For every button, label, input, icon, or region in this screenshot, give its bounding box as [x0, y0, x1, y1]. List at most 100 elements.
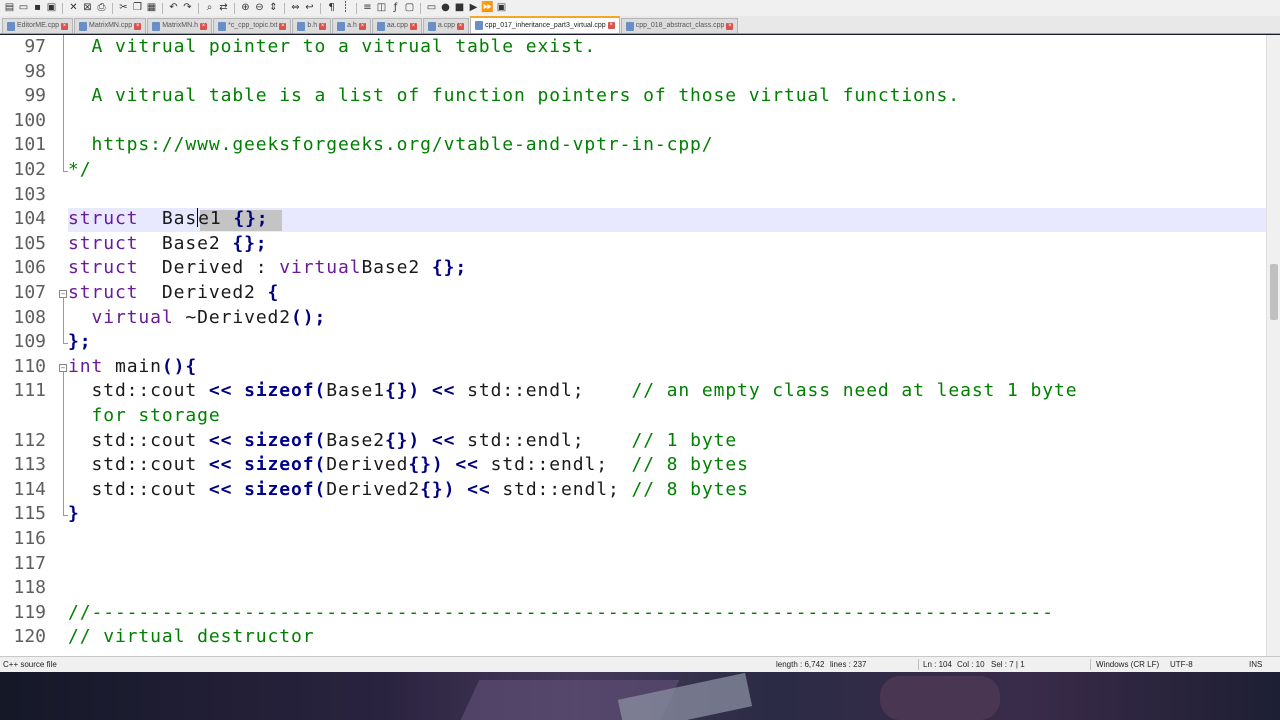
- code-line[interactable]: // virtual destructor: [68, 626, 314, 647]
- folder-icon[interactable]: ▢: [403, 2, 416, 14]
- tab-close-icon[interactable]: ×: [134, 22, 142, 30]
- monitor-icon[interactable]: ▭: [425, 2, 438, 14]
- code-editor[interactable]: 97 98 99 100 101 102 103 104 105 106 107 108 109 110 1…: [0, 35, 1280, 656]
- sync-v-icon[interactable]: ⇕: [267, 2, 280, 14]
- lang-icon[interactable]: ≡: [361, 2, 374, 14]
- save-macro-icon[interactable]: ▣: [495, 2, 508, 14]
- code-keyword: virtual: [279, 257, 362, 279]
- cut-icon[interactable]: ✂: [117, 2, 130, 14]
- vertical-scrollbar[interactable]: [1266, 35, 1280, 656]
- tab[interactable]: MatrixMN.h ×: [147, 18, 212, 33]
- tab[interactable]: a.h ×: [332, 18, 371, 33]
- code-line[interactable]: std::cout << sizeof(Base1{}) << std::end…: [68, 380, 1077, 401]
- code-line[interactable]: //--------------------------------------…: [68, 602, 1054, 623]
- code-text: std::endl;: [490, 478, 632, 500]
- code-line[interactable]: int main(){: [68, 356, 197, 377]
- print-icon[interactable]: ⎙: [95, 2, 108, 14]
- replace-icon[interactable]: ⇄: [217, 2, 230, 14]
- close-all-icon[interactable]: ⊠: [81, 2, 94, 14]
- code-line[interactable]: struct Derived2 {: [68, 282, 279, 303]
- status-divider: [1090, 659, 1091, 670]
- find-icon[interactable]: ⌕: [203, 2, 216, 14]
- file-icon: [376, 21, 385, 31]
- code-keyword: {}): [384, 429, 421, 451]
- code-line[interactable]: struct Base1 {};: [68, 208, 269, 229]
- redo-icon[interactable]: ↷: [181, 2, 194, 14]
- indent-guide-icon[interactable]: ┊: [339, 2, 352, 14]
- code-keyword: <<: [431, 429, 456, 451]
- tab-close-icon[interactable]: ×: [61, 22, 69, 30]
- code-keyword: ();: [291, 306, 327, 328]
- tab-label: MatrixMN.cpp: [89, 22, 133, 29]
- code-text: std::endl;: [455, 380, 632, 402]
- tab[interactable]: b.h ×: [292, 18, 332, 33]
- tab-close-icon[interactable]: ×: [457, 22, 465, 30]
- code-line[interactable]: virtual ~Derived2();: [68, 307, 326, 328]
- tab[interactable]: aa.cpp ×: [371, 18, 422, 33]
- code-keyword: <<: [208, 478, 233, 500]
- line-number: 114: [13, 478, 46, 500]
- save-icon[interactable]: ▪: [31, 2, 44, 14]
- copy-icon[interactable]: ❐: [131, 2, 144, 14]
- code-keyword: <<: [208, 429, 233, 451]
- code-area[interactable]: A vitrual pointer to a vitrual table exi…: [68, 35, 1266, 656]
- code-line[interactable]: };: [68, 331, 91, 352]
- paste-icon[interactable]: ▦: [145, 2, 158, 14]
- code-line[interactable]: A vitrual table is a list of function po…: [68, 85, 960, 106]
- close-icon[interactable]: ✕: [67, 2, 80, 14]
- wrap-icon[interactable]: ↩: [303, 2, 316, 14]
- toolbar-separator: [420, 2, 421, 14]
- code-line[interactable]: std::cout << sizeof(Derived{}) << std::e…: [68, 454, 749, 475]
- doc-map-icon[interactable]: ◫: [375, 2, 388, 14]
- file-icon: [79, 21, 88, 31]
- code-comment: A vitrual table is a list of function po…: [68, 85, 961, 107]
- code-line[interactable]: struct Derived : virtualBase2 {};: [68, 257, 467, 278]
- tab[interactable]: EditorME.cpp ×: [2, 18, 74, 33]
- tab[interactable]: cpp_018_abstract_class.cpp ×: [620, 18, 739, 33]
- line-number-gutter: 97 98 99 100 101 102 103 104 105 106 107 108 109 110 1…: [0, 35, 58, 656]
- tab[interactable]: a.cpp ×: [422, 18, 470, 33]
- sync-h-icon[interactable]: ⇔: [289, 2, 302, 14]
- code-line[interactable]: std::cout << sizeof(Derived2{}) << std::…: [68, 479, 749, 500]
- toolbar-separator: [284, 2, 285, 14]
- play-icon[interactable]: ▶: [467, 2, 480, 14]
- tab-label: cpp_017_inheritance_part3_virtual.cpp: [485, 21, 606, 29]
- tab-close-icon[interactable]: ×: [358, 22, 366, 30]
- tab[interactable]: MatrixMN.cpp ×: [74, 18, 147, 33]
- tab-close-icon[interactable]: ×: [726, 22, 734, 30]
- record-icon[interactable]: ●: [439, 2, 452, 14]
- status-encoding[interactable]: UTF-8: [1170, 660, 1193, 669]
- tab-close-icon[interactable]: ×: [607, 22, 615, 29]
- open-icon[interactable]: ▭: [17, 2, 30, 14]
- tab-close-icon[interactable]: ×: [319, 22, 327, 30]
- zoom-out-icon[interactable]: ⊖: [253, 2, 266, 14]
- scrollbar-thumb[interactable]: [1270, 264, 1278, 320]
- func-list-icon[interactable]: ƒ: [389, 2, 402, 14]
- tab-close-icon[interactable]: ×: [409, 22, 417, 30]
- tab-label: cpp_018_abstract_class.cpp: [635, 22, 725, 29]
- stop-icon[interactable]: ■: [453, 2, 466, 14]
- status-eol[interactable]: Windows (CR LF): [1096, 660, 1159, 669]
- tab-close-icon[interactable]: ×: [279, 22, 287, 30]
- play-multi-icon[interactable]: ⏩: [481, 2, 494, 14]
- new-file-icon[interactable]: ▤: [3, 2, 16, 14]
- save-all-icon[interactable]: ▣: [45, 2, 58, 14]
- undo-icon[interactable]: ↶: [167, 2, 180, 14]
- code-line[interactable]: https://www.geeksforgeeks.org/vtable-and…: [68, 134, 714, 155]
- code-line[interactable]: A vitrual pointer to a vitrual table exi…: [68, 36, 596, 57]
- code-keyword: <<: [208, 454, 233, 476]
- tab-close-icon[interactable]: ×: [200, 22, 207, 30]
- line-number: 119: [13, 601, 46, 623]
- fold-toggle-icon[interactable]: −: [59, 290, 67, 298]
- all-chars-icon[interactable]: ¶: [325, 2, 338, 14]
- code-line[interactable]: std::cout << sizeof(Base2{}) << std::end…: [68, 430, 737, 451]
- code-line[interactable]: struct Base2 {};: [68, 233, 268, 254]
- code-line[interactable]: }: [68, 503, 80, 524]
- fold-toggle-icon[interactable]: −: [59, 363, 67, 372]
- zoom-in-icon[interactable]: ⊕: [239, 2, 252, 14]
- tab[interactable]: *c_cpp_topic.txt ×: [213, 18, 292, 33]
- code-line[interactable]: for storage: [68, 405, 221, 426]
- tab-active[interactable]: cpp_017_inheritance_part3_virtual.cpp ×: [470, 16, 620, 33]
- code-line[interactable]: */: [68, 159, 91, 180]
